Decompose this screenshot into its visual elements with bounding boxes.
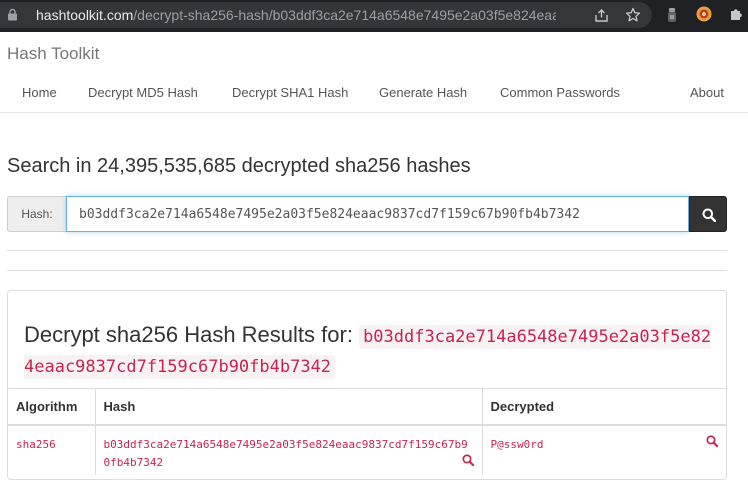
hash-input[interactable] (66, 196, 689, 232)
search-title: Search in 24,395,535,685 decrypted sha25… (7, 155, 471, 177)
navbar-divider (0, 112, 748, 113)
search-button[interactable] (689, 196, 727, 232)
browser-address-bar: hashtoolkit.com/decrypt-sha256-hash/b03d… (0, 0, 748, 32)
cell-algorithm: sha256 (8, 425, 95, 475)
hash-label: Hash: (7, 196, 66, 232)
lock-icon[interactable] (7, 8, 18, 21)
results-table: Algorithm Hash Decrypted sha256 b03ddf3c… (8, 388, 726, 475)
results-heading: Decrypt sha256 Hash Results for: b03ddf3… (24, 321, 714, 381)
hash-search-form: Hash: (7, 196, 727, 232)
url-path: /decrypt-sha256-hash/b03ddf3ca2e714a6548… (133, 7, 556, 23)
decrypted-value[interactable]: P@ssw0rd (491, 438, 544, 451)
site-brand[interactable]: Hash Toolkit (7, 44, 99, 64)
column-header-hash: Hash (94, 388, 482, 426)
nav-common-passwords[interactable]: Common Passwords (500, 85, 620, 100)
table-row: sha256 b03ddf3ca2e714a6548e7495e2a03f5e8… (8, 424, 726, 475)
nav-home[interactable]: Home (22, 85, 57, 100)
table-header-row: Algorithm Hash Decrypted (8, 388, 726, 426)
nav-generate-hash[interactable]: Generate Hash (379, 85, 467, 100)
algorithm-value[interactable]: sha256 (16, 438, 56, 451)
search-icon (702, 208, 716, 222)
divider (7, 270, 727, 271)
results-panel: Decrypt sha256 Hash Results for: b03ddf3… (7, 290, 727, 480)
divider (7, 250, 727, 251)
results-heading-label: Decrypt sha256 Hash Results for: (24, 322, 353, 347)
url-bar[interactable]: hashtoolkit.com/decrypt-sha256-hash/b03d… (0, 2, 652, 28)
main-nav: Home Decrypt MD5 Hash Decrypt SHA1 Hash … (0, 85, 748, 103)
nav-about[interactable]: About (690, 85, 724, 100)
column-header-algorithm: Algorithm (8, 388, 95, 426)
cell-hash: b03ddf3ca2e714a6548e7495e2a03f5e824eaac9… (94, 424, 482, 475)
extension-icon[interactable] (696, 6, 712, 22)
hash-value[interactable]: b03ddf3ca2e714a6548e7495e2a03f5e824eaac9… (104, 436, 470, 472)
url-text[interactable]: hashtoolkit.com/decrypt-sha256-hash/b03d… (36, 7, 556, 24)
nav-decrypt-md5[interactable]: Decrypt MD5 Hash (88, 85, 198, 100)
nav-decrypt-sha1[interactable]: Decrypt SHA1 Hash (232, 85, 348, 100)
column-header-decrypted: Decrypted (481, 388, 726, 426)
magnifier-icon[interactable] (461, 453, 474, 466)
url-host: hashtoolkit.com (36, 7, 134, 23)
star-icon[interactable] (625, 7, 641, 23)
share-icon[interactable] (594, 8, 609, 23)
cell-decrypted: P@ssw0rd (481, 424, 726, 475)
extension-icon[interactable] (666, 7, 678, 23)
magnifier-icon[interactable] (706, 434, 718, 447)
puzzle-icon[interactable] (730, 7, 744, 21)
